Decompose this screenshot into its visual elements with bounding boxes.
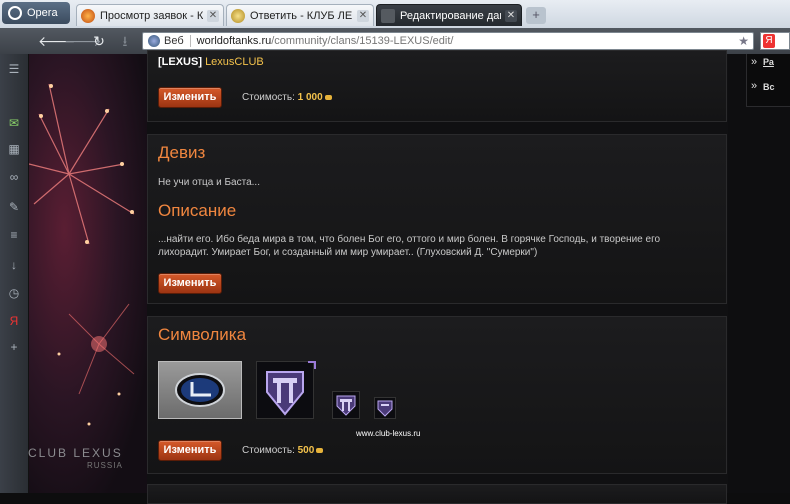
bullet-icon: » <box>751 56 758 68</box>
clan-name-line: [LEXUS] LexusCLUB <box>158 56 264 69</box>
clan-tag: [LEXUS] <box>158 56 202 68</box>
forward-icon[interactable]: 🡒 <box>64 32 102 50</box>
address-path: /community/clans/15139-LEXUS/edit/ <box>271 35 454 47</box>
yandex-icon: Я <box>763 34 775 48</box>
speed-dial-icon[interactable]: ▦ <box>7 142 21 156</box>
browser-sidebar: ☰ ✉ ▦ ∞ ✎ ≡ ↓ ◷ Я + <box>0 54 29 493</box>
symbolics-panel: Символика Изменить Стоимость: 500 <box>147 316 727 474</box>
description-text: ...найти его. Ибо беда мира в том, что б… <box>158 234 661 258</box>
name-cost: Стоимость: 1 000 <box>242 91 332 104</box>
opera-menu-label: Opera <box>27 7 58 19</box>
tab-applications[interactable]: Просмотр заявок - К... ✕ <box>76 4 224 26</box>
tab-title: Ответить - КЛУБ ЛЕК... <box>250 9 353 22</box>
symbolics-cost: Стоимость: 500 <box>242 444 324 457</box>
clan-emblem-wot-large <box>256 361 314 419</box>
motto-heading: Девиз <box>158 143 206 162</box>
clan-emblem-wot-small <box>374 397 396 419</box>
wot-shield-favicon-icon <box>381 8 395 23</box>
change-description-button[interactable]: Изменить <box>158 273 222 294</box>
mail-icon[interactable]: ✉ <box>7 116 21 130</box>
fireworks-art <box>29 83 135 426</box>
notes-icon[interactable]: ✎ <box>7 200 21 214</box>
search-field[interactable]: Я <box>760 32 790 50</box>
watermark-url: www.club-lexus.ru <box>356 429 421 438</box>
close-tab-icon[interactable]: ✕ <box>207 9 219 22</box>
next-panel <box>147 484 727 504</box>
fireworks-background <box>29 54 147 493</box>
forum-favicon-icon <box>231 8 245 23</box>
right-nav-link[interactable]: Вс <box>763 82 775 92</box>
bookmarks-icon[interactable]: ≡ <box>7 228 21 242</box>
address-badge: Веб <box>164 35 191 47</box>
lexus-logo-icon <box>175 373 225 407</box>
panel-toggle-icon[interactable]: ☰ <box>7 62 21 76</box>
add-panel-icon[interactable]: + <box>7 340 21 354</box>
clan-name-panel: [LEXUS] LexusCLUB Изменить Стоимость: 1 … <box>147 50 727 122</box>
watermark-sub: RUSSIA <box>87 461 123 470</box>
clan-name: LexusCLUB <box>205 56 264 68</box>
change-name-button[interactable]: Изменить <box>158 87 222 108</box>
reload-icon[interactable]: ↻ <box>90 32 108 50</box>
opera-menu-button[interactable]: Opera <box>2 2 70 24</box>
globe-icon <box>148 35 160 47</box>
motto-text: Не учи отца и Баста... <box>158 177 260 188</box>
watermark-title: CLUB LEXUS <box>28 446 123 460</box>
new-tab-button[interactable]: + <box>526 7 546 24</box>
description-heading: Описание <box>158 201 237 220</box>
cost-label: Стоимость: <box>242 92 295 103</box>
yandex-sidebar-icon[interactable]: Я <box>7 314 21 328</box>
clan-emblem-wot-medium <box>332 391 360 419</box>
tab-title: Редактирование данн... <box>400 9 501 22</box>
history-icon[interactable]: ◷ <box>7 286 21 300</box>
opera-logo-icon <box>8 6 22 20</box>
clan-edit-content: [LEXUS] LexusCLUB Изменить Стоимость: 1 … <box>147 50 728 504</box>
tab-title: Просмотр заявок - К... <box>100 9 203 22</box>
bookmark-star-icon[interactable]: ★ <box>738 34 749 48</box>
wot-emblem-icon <box>266 371 304 416</box>
wot-emblem-small-icon <box>336 395 356 416</box>
tab-reply[interactable]: Ответить - КЛУБ ЛЕК... ✕ <box>226 4 374 26</box>
symbolics-heading: Символика <box>158 325 247 344</box>
close-tab-icon[interactable]: ✕ <box>357 9 369 22</box>
address-host: worldoftanks.ru <box>196 35 272 47</box>
cost-value: 1 000 <box>297 92 323 103</box>
cost-label: Стоимость: <box>242 445 295 456</box>
wot-emblem-tiny-icon <box>377 400 393 417</box>
gold-coin-icon <box>316 447 324 453</box>
bullet-icon: » <box>751 80 758 92</box>
gold-coin-icon <box>324 94 332 100</box>
right-nav-panel: » Ра » Вс <box>746 54 790 107</box>
wot-favicon-icon <box>81 8 95 23</box>
downloads-icon[interactable]: ↓ <box>7 258 21 272</box>
corner-decoration <box>308 361 316 369</box>
tab-bar: Opera Просмотр заявок - К... ✕ Ответить … <box>0 0 790 29</box>
right-nav-link[interactable]: Ра <box>763 57 774 67</box>
tab-edit-data[interactable]: Редактирование данн... ✕ <box>376 4 522 26</box>
right-background <box>728 54 790 493</box>
clan-emblem-lexus <box>158 361 242 419</box>
download-icon[interactable]: ⭳ <box>116 32 134 50</box>
back-icon[interactable]: 🡐 <box>38 32 76 50</box>
address-field[interactable]: Веб worldoftanks.ru /community/clans/151… <box>142 32 754 50</box>
motto-description-panel: Девиз Не учи отца и Баста... Описание ..… <box>147 134 727 304</box>
links-icon[interactable]: ∞ <box>7 170 21 184</box>
cost-value: 500 <box>297 445 315 456</box>
close-tab-icon[interactable]: ✕ <box>505 9 517 22</box>
